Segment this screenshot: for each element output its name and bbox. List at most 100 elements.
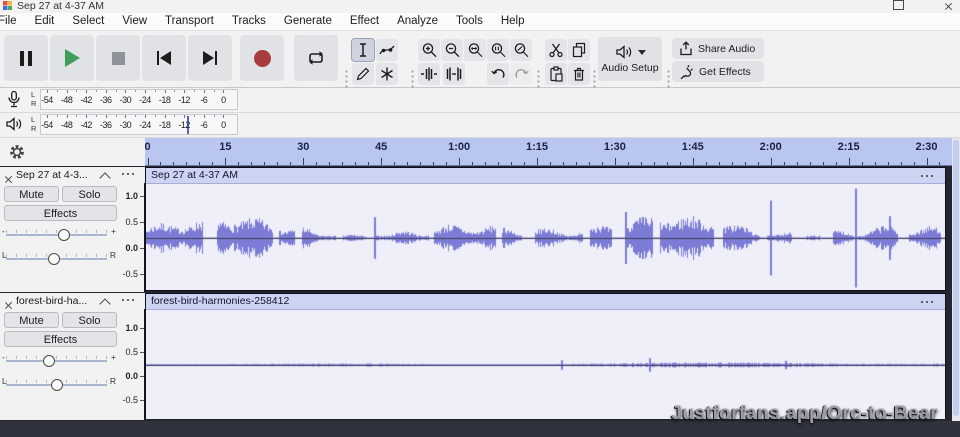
gain-slider[interactable] xyxy=(6,355,107,367)
record-icon xyxy=(253,49,271,67)
playback-meter-scale[interactable]: -54 -48 -42 -36 -30 -24 -18 -12 -6 0 xyxy=(40,114,238,135)
cut-button[interactable] xyxy=(545,39,567,61)
record-right-channel-label: R xyxy=(31,99,37,108)
track-menu-button[interactable] xyxy=(122,172,136,176)
pan-slider[interactable] xyxy=(6,253,107,265)
menu-item-view[interactable]: View xyxy=(113,13,156,30)
gain-slider[interactable] xyxy=(6,229,107,241)
timeline-ruler[interactable]: 0 15 30 45 1:00 1:15 1:30 1:45 2:00 2:15 2:30 xyxy=(144,138,952,166)
menu-item-file[interactable]: File xyxy=(0,13,26,30)
menu-item-tools[interactable]: Tools xyxy=(447,13,492,30)
menu-item-tracks[interactable]: Tracks xyxy=(223,13,275,30)
effects-button[interactable]: Effects xyxy=(4,205,117,221)
playback-meter[interactable]: L R -54 -48 -42 -36 -30 -24 -18 -12 -6 0 xyxy=(0,113,960,138)
gain-slider-row: - + xyxy=(0,351,117,369)
scrollbar-thumb[interactable] xyxy=(953,140,959,416)
fit-project-button[interactable] xyxy=(487,39,509,61)
loop-button[interactable] xyxy=(294,35,338,81)
pan-knob[interactable] xyxy=(50,379,63,391)
close-button[interactable] xyxy=(944,0,956,10)
vertical-scale-ruler[interactable]: 1.00.50.0-0.5-1.0 xyxy=(117,183,145,303)
timeline-major-tick xyxy=(692,158,694,165)
share-audio-button[interactable]: Share Audio xyxy=(672,38,764,59)
plug-icon xyxy=(680,65,693,79)
menu-item-generate[interactable]: Generate xyxy=(275,13,341,30)
get-effects-button[interactable]: Get Effects xyxy=(672,61,764,82)
timeline-minor-tick xyxy=(212,162,214,165)
meter-tick xyxy=(184,90,186,93)
timeline-minor-tick xyxy=(329,162,331,165)
effects-button[interactable]: Effects xyxy=(4,331,117,347)
timeline-major-tick xyxy=(303,158,305,165)
audio-setup-button[interactable]: Audio Setup xyxy=(598,37,662,81)
amplitude-tick xyxy=(140,222,144,223)
record-button[interactable] xyxy=(240,35,284,81)
copy-button[interactable] xyxy=(568,39,590,61)
delete-button[interactable] xyxy=(568,63,590,85)
timeline-minor-tick xyxy=(290,162,292,165)
recording-meter[interactable]: L R -54 -48 -42 -36 -30 -24 -18 -12 -6 0 xyxy=(0,88,960,113)
vertical-scrollbar[interactable] xyxy=(952,138,960,421)
multi-tool-button[interactable] xyxy=(376,63,398,85)
menu-item-effect[interactable]: Effect xyxy=(341,13,388,30)
get-effects-label: Get Effects xyxy=(699,65,751,78)
clip-header[interactable]: forest-bird-harmonies-258412 xyxy=(146,294,945,310)
skip-end-icon xyxy=(202,51,218,65)
zoom-in-button[interactable] xyxy=(418,39,440,61)
redo-button[interactable] xyxy=(510,63,532,85)
vertical-scale-ruler[interactable]: 1.00.50.0-0.5-1.0 xyxy=(117,309,145,429)
track-name[interactable]: Sep 27 at 4-3... xyxy=(16,169,88,181)
collapse-icon[interactable] xyxy=(99,298,111,310)
cut-icon xyxy=(549,43,563,58)
solo-button[interactable]: Solo xyxy=(62,312,117,328)
trim-audio-button[interactable] xyxy=(418,63,440,85)
record-meter-scale[interactable]: -54 -48 -42 -36 -30 -24 -18 -12 -6 0 xyxy=(40,89,238,110)
menu-item-select[interactable]: Select xyxy=(63,13,113,30)
gain-knob[interactable] xyxy=(43,355,56,367)
zoom-selection-button[interactable] xyxy=(464,39,486,61)
meter-scale-number: -30 xyxy=(119,120,132,130)
zoom-toggle-button[interactable] xyxy=(510,39,532,61)
mute-button[interactable]: Mute xyxy=(4,312,59,328)
skip-to-end-button[interactable] xyxy=(188,35,232,81)
meter-minor-tick xyxy=(194,115,195,117)
undo-button[interactable] xyxy=(487,63,509,85)
maximize-button[interactable] xyxy=(893,0,904,10)
pause-button[interactable] xyxy=(4,35,48,81)
track-close-button[interactable] xyxy=(4,171,14,181)
timeline-minor-tick xyxy=(822,162,824,165)
zoom-out-button[interactable] xyxy=(441,39,463,61)
timeline-major-tick xyxy=(147,158,149,165)
draw-tool-button[interactable] xyxy=(352,63,374,85)
meter-scale-number: -54 xyxy=(41,120,53,130)
menu-item-analyze[interactable]: Analyze xyxy=(388,13,447,30)
selection-tool-button[interactable] xyxy=(351,38,375,62)
clip-menu-button[interactable] xyxy=(921,174,935,178)
skip-to-start-button[interactable] xyxy=(142,35,186,81)
meter-scale-number: -54 xyxy=(41,95,53,105)
waveform-canvas[interactable] xyxy=(146,184,945,290)
stop-button[interactable] xyxy=(96,35,140,81)
silence-audio-button[interactable] xyxy=(443,63,465,85)
gain-knob[interactable] xyxy=(57,229,70,241)
timeline-minor-tick xyxy=(485,162,487,165)
clip-menu-button[interactable] xyxy=(921,300,935,304)
clip-header[interactable]: Sep 27 at 4-37 AM xyxy=(146,168,945,184)
envelope-tool-button[interactable] xyxy=(376,39,398,61)
pan-knob[interactable] xyxy=(48,253,61,265)
play-button[interactable] xyxy=(50,35,94,81)
menu-item-edit[interactable]: Edit xyxy=(26,13,64,30)
collapse-icon[interactable] xyxy=(99,172,111,184)
timeline-label: 2:15 xyxy=(837,141,860,153)
track-menu-button[interactable] xyxy=(122,298,136,302)
mute-button[interactable]: Mute xyxy=(4,186,59,202)
menu-item-help[interactable]: Help xyxy=(492,13,534,30)
pan-slider[interactable] xyxy=(6,379,107,391)
track-name[interactable]: forest-bird-ha... xyxy=(16,295,87,307)
timeline-options-gear-icon[interactable] xyxy=(8,143,26,161)
paste-button[interactable] xyxy=(545,63,567,85)
solo-button[interactable]: Solo xyxy=(62,186,117,202)
meter-scale-number: -48 xyxy=(60,120,73,130)
track-close-button[interactable] xyxy=(4,297,14,307)
menu-item-transport[interactable]: Transport xyxy=(156,13,223,30)
